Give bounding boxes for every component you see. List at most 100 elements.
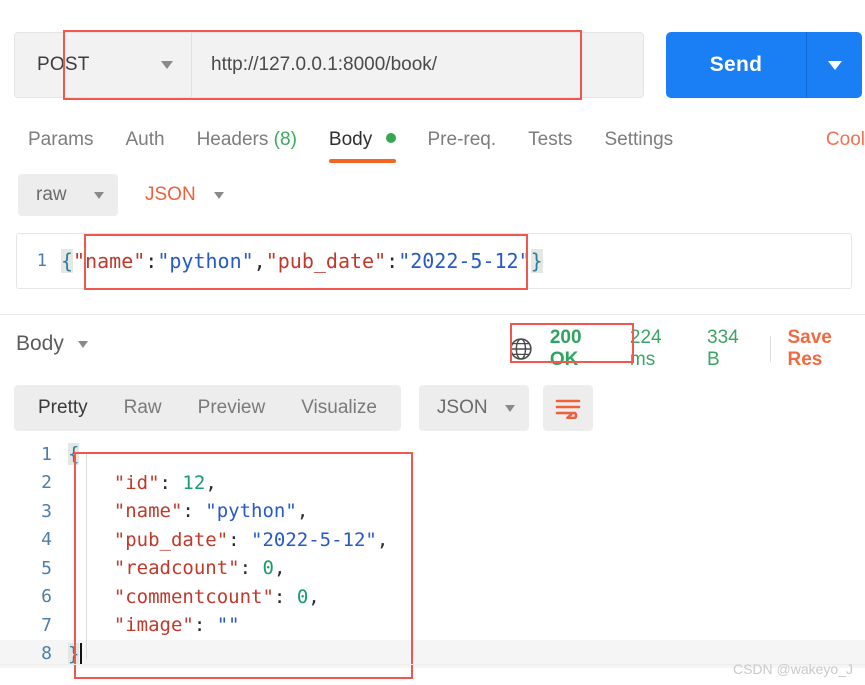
tab-auth[interactable]: Auth xyxy=(109,125,180,167)
response-line: 3 "name": "python", xyxy=(0,497,865,526)
chevron-down-icon xyxy=(504,404,515,412)
request-open-brace: { xyxy=(61,249,74,273)
response-line: 6 "commentcount": 0, xyxy=(0,583,865,612)
tab-tests[interactable]: Tests xyxy=(512,125,588,167)
response-time: 224 ms xyxy=(629,327,662,370)
url-input[interactable]: http://127.0.0.1:8000/book/ xyxy=(192,33,643,97)
status-code: 200 OK xyxy=(549,327,582,370)
indent-guide xyxy=(86,454,87,659)
send-button[interactable]: Send xyxy=(666,32,806,98)
tab-preview[interactable]: Preview xyxy=(180,397,284,419)
tab-body[interactable]: Body xyxy=(313,125,412,167)
line-number: 5 xyxy=(41,557,52,579)
line-number: 1 xyxy=(41,443,52,465)
status-divider xyxy=(769,336,771,362)
request-comma-1: , xyxy=(253,249,266,273)
http-method-dropdown[interactable]: POST xyxy=(15,33,192,97)
send-options-dropdown[interactable] xyxy=(806,32,862,98)
active-tab-underline xyxy=(328,159,396,163)
json-key-readcount: "readcount" xyxy=(113,557,240,580)
watermark: CSDN @wakeyo_J xyxy=(732,661,853,677)
response-view-tabs: Pretty Raw Preview Visualize xyxy=(14,385,401,431)
cookies-link[interactable]: Cool xyxy=(826,129,865,151)
response-open-brace: { xyxy=(68,443,80,466)
request-close-brace: } xyxy=(530,249,543,273)
request-body-editor[interactable]: 1 {"name":"python","pub_date":"2022-5-12… xyxy=(16,233,852,289)
line-number: 8 xyxy=(41,643,52,665)
tab-raw[interactable]: Raw xyxy=(106,397,180,419)
tab-headers[interactable]: Headers (8) xyxy=(181,125,313,167)
tab-pretty[interactable]: Pretty xyxy=(20,397,106,419)
tab-prerequest[interactable]: Pre-req. xyxy=(412,125,513,167)
json-value-commentcount: 0 xyxy=(296,585,309,608)
response-format-dropdown[interactable]: JSON xyxy=(418,385,529,431)
tab-params[interactable]: Params xyxy=(12,125,109,167)
body-type-row: raw JSON xyxy=(18,174,224,216)
response-close-brace: } xyxy=(68,642,80,665)
line-number: 6 xyxy=(41,586,52,608)
response-size: 334 B xyxy=(707,327,739,370)
body-format-label: JSON xyxy=(145,184,196,205)
json-value-image: "" xyxy=(216,614,240,637)
chevron-down-icon xyxy=(827,60,842,70)
json-sep: : xyxy=(239,557,263,580)
request-value-pubdate: "2022-5-12" xyxy=(398,249,531,273)
json-sep: : xyxy=(159,471,183,494)
send-button-group: Send xyxy=(666,32,862,98)
response-body-selector[interactable]: Body xyxy=(16,332,88,356)
json-comma: , xyxy=(296,500,309,523)
tab-prerequest-label: Pre-req. xyxy=(427,129,497,150)
json-value-name: "python" xyxy=(205,500,297,523)
url-shell: POST http://127.0.0.1:8000/book/ xyxy=(14,32,644,98)
body-mode-dropdown[interactable]: raw xyxy=(18,174,118,216)
postman-window: POST http://127.0.0.1:8000/book/ Send Sa… xyxy=(0,0,865,685)
tab-tests-label: Tests xyxy=(528,129,573,150)
response-view-toolbar: Pretty Raw Preview Visualize JSON xyxy=(14,385,593,431)
tab-params-label: Params xyxy=(28,129,94,150)
json-comma: , xyxy=(273,557,286,580)
chevron-down-icon xyxy=(94,191,104,199)
request-body-code: {"name":"python","pub_date":"2022-5-12"} xyxy=(61,249,543,273)
tab-visualize[interactable]: Visualize xyxy=(283,397,395,419)
tab-body-label: Body xyxy=(328,129,373,150)
request-value-name: "python" xyxy=(157,249,254,273)
json-value-id: 12 xyxy=(182,471,206,494)
response-line: 5 "readcount": 0, xyxy=(0,554,865,583)
save-response-button[interactable]: Save Res xyxy=(787,327,865,371)
json-value-readcount: 0 xyxy=(262,557,274,580)
globe-icon xyxy=(510,338,532,360)
json-key-pubdate: "pub_date" xyxy=(113,528,229,551)
response-body-label: Body xyxy=(16,332,64,355)
response-status-bar: 200 OK 224 ms 334 B Save Res xyxy=(509,327,865,371)
chevron-down-icon xyxy=(161,61,173,69)
json-key-name: "name" xyxy=(113,500,183,523)
text-cursor xyxy=(80,642,83,664)
word-wrap-button[interactable] xyxy=(542,385,593,431)
request-tab-bar: Params Auth Headers (8) Body Pre-req. Te… xyxy=(12,125,689,167)
request-line-number: 1 xyxy=(36,251,47,271)
headers-count-badge: (8) xyxy=(273,129,297,150)
request-colon-2: : xyxy=(386,249,399,273)
tab-headers-label: Headers xyxy=(196,129,269,150)
body-format-dropdown[interactable]: JSON xyxy=(145,184,224,206)
line-number: 7 xyxy=(41,614,52,636)
response-line: 1 { xyxy=(0,440,865,469)
body-present-dot-icon xyxy=(385,133,396,143)
url-value: http://127.0.0.1:8000/book/ xyxy=(211,54,438,75)
tab-settings-label: Settings xyxy=(604,129,674,150)
request-colon-1: : xyxy=(145,249,158,273)
word-wrap-icon xyxy=(555,399,581,419)
request-key-name: "name" xyxy=(73,249,146,273)
chevron-down-icon xyxy=(77,340,88,348)
line-number: 4 xyxy=(41,529,52,551)
json-comma: , xyxy=(376,528,389,551)
json-key-id: "id" xyxy=(113,471,160,494)
response-body-viewer[interactable]: 1 { 2 "id": 12, 3 "name": "python", 4 "p… xyxy=(0,440,865,675)
response-line: 2 "id": 12, xyxy=(0,469,865,498)
section-divider xyxy=(0,314,865,315)
response-line: 7 "image": "" xyxy=(0,611,865,640)
response-line: 4 "pub_date": "2022-5-12", xyxy=(0,526,865,555)
http-method-label: POST xyxy=(37,54,90,75)
tab-settings[interactable]: Settings xyxy=(589,125,690,167)
line-number: 3 xyxy=(41,500,52,522)
